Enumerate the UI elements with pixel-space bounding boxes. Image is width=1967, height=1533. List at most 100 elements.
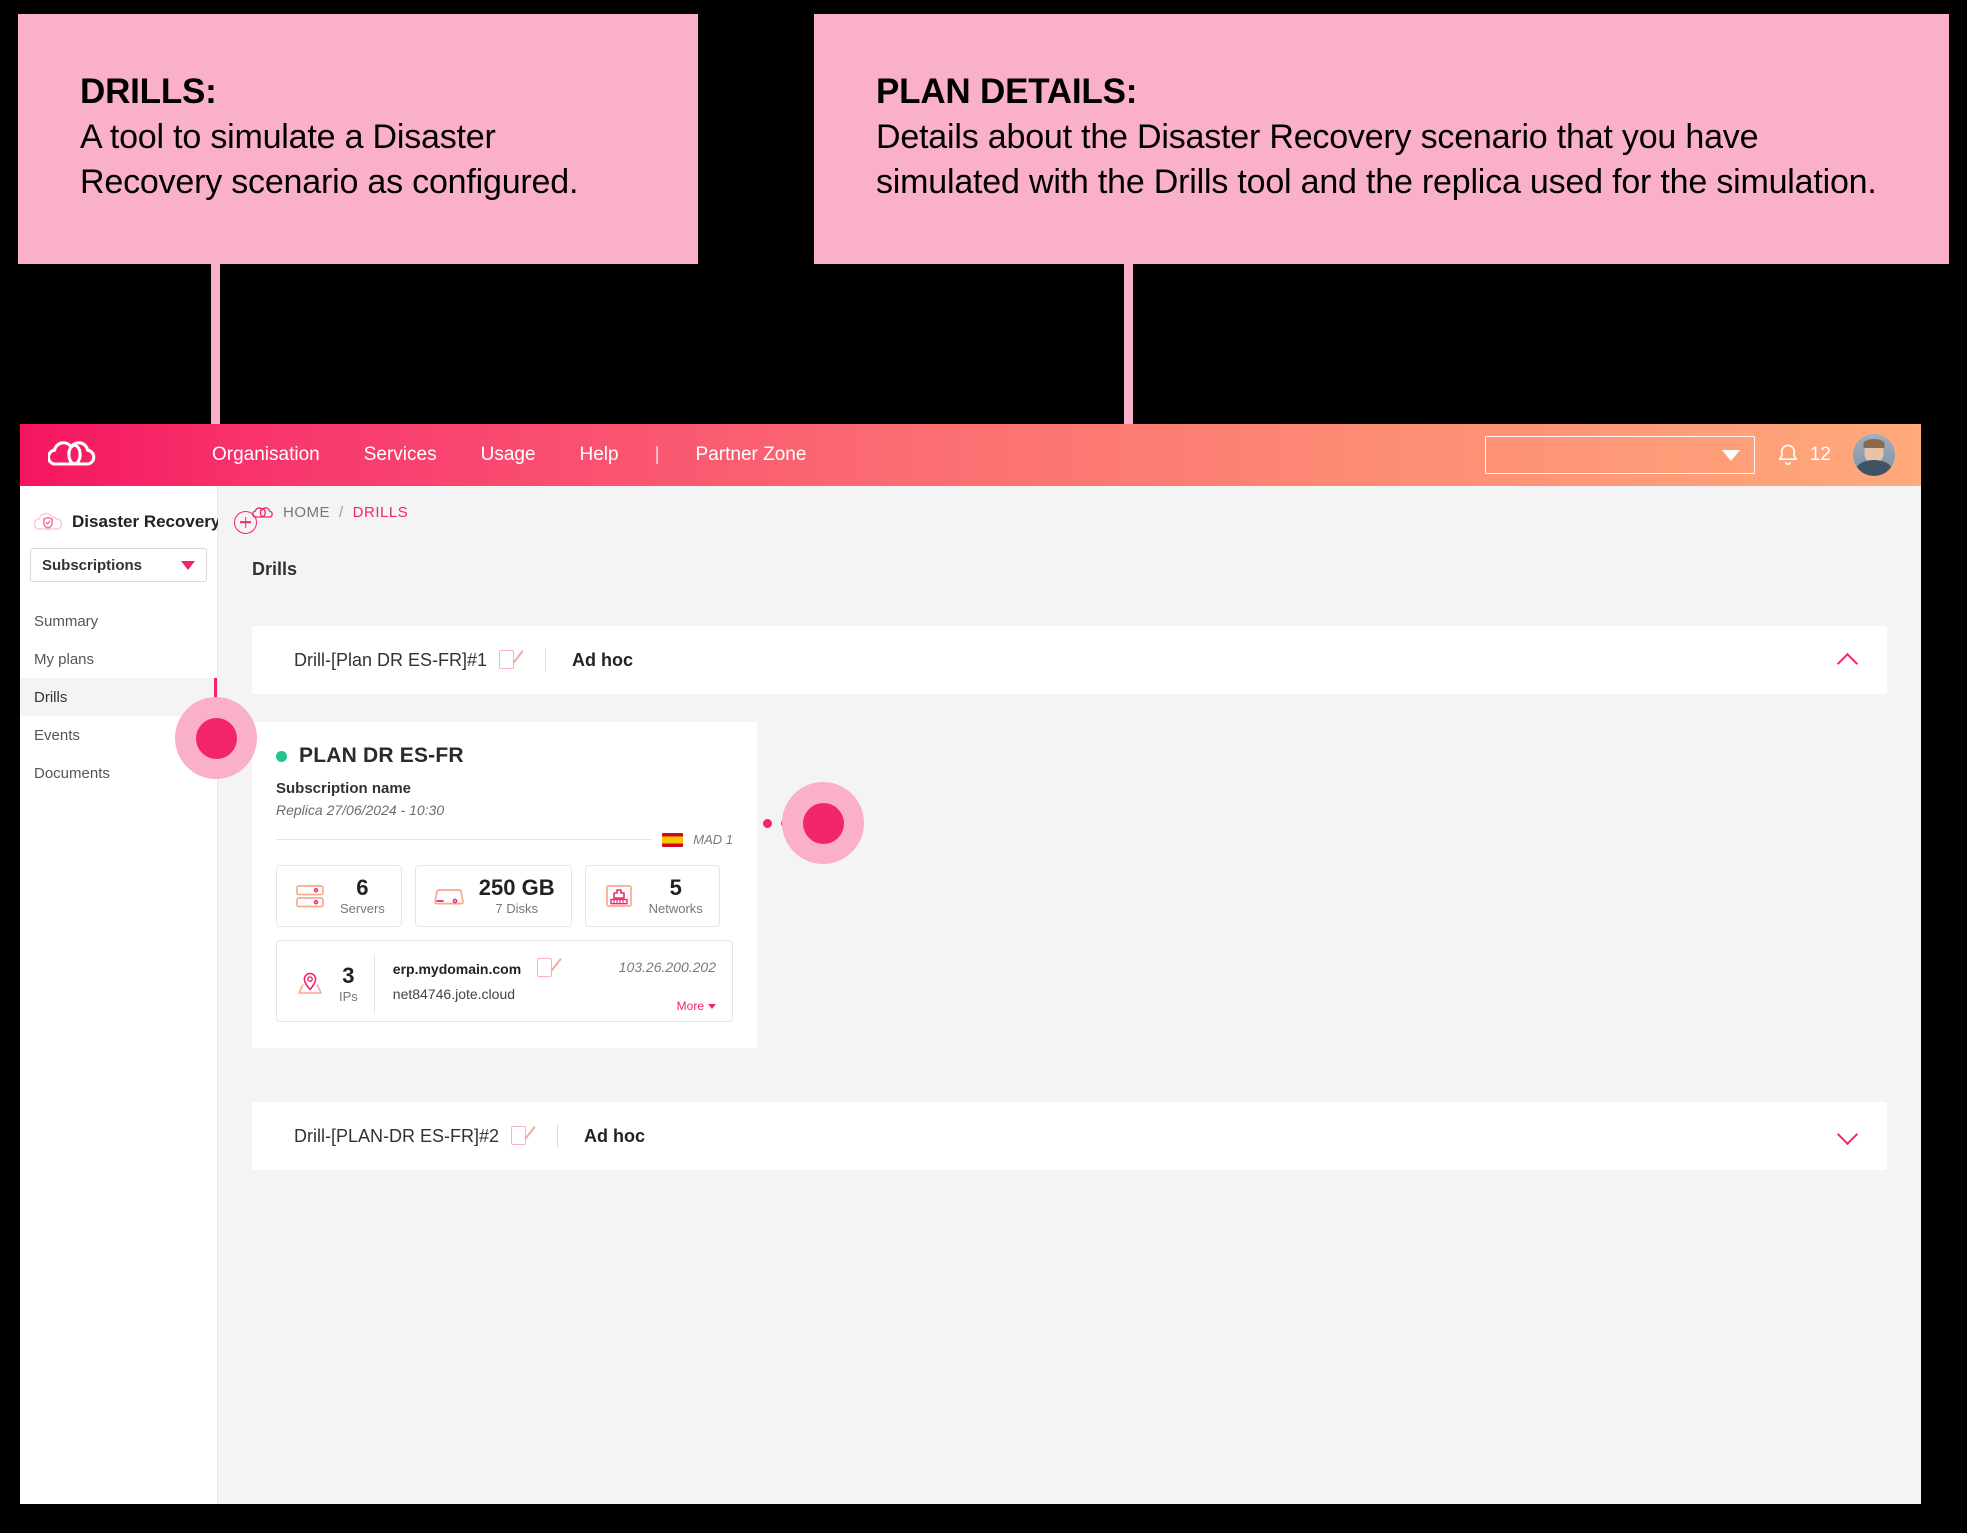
edit-icon[interactable] xyxy=(537,957,562,979)
top-navigation-bar: Organisation Services Usage Help | Partn… xyxy=(20,424,1921,486)
top-bar-right-group: 12 xyxy=(1484,434,1921,476)
subscriptions-selector-value: Subscriptions xyxy=(42,556,143,574)
sidebar-header: Disaster Recovery xyxy=(20,500,258,534)
nav-divider: | xyxy=(654,444,660,465)
divider xyxy=(557,1124,559,1148)
stat-servers: 6 Servers xyxy=(276,865,402,927)
subscription-name: Subscription name xyxy=(276,780,412,797)
trail-dot xyxy=(763,819,772,828)
cloud-shield-icon xyxy=(34,512,62,530)
callout-marker-plan-details xyxy=(782,782,864,864)
stat-label: 7 Disks xyxy=(495,901,539,917)
breadcrumb-current[interactable]: DRILLS xyxy=(353,504,409,521)
plan-divider-row: MAD 1 xyxy=(276,832,733,847)
sidebar: Disaster Recovery Subscriptions Summary … xyxy=(20,486,258,1504)
status-badge xyxy=(276,750,287,762)
callout-drills: DRILLS: A tool to simulate a Disaster Re… xyxy=(18,14,698,264)
drill-row-2[interactable]: Drill-[PLAN-DR ES-FR]#2 Ad hoc xyxy=(252,1102,1887,1170)
domain-row: erp.mydomain.com xyxy=(392,957,562,979)
callout-drills-title: DRILLS: xyxy=(80,72,217,111)
nav-link-partner-zone[interactable]: Partner Zone xyxy=(674,444,829,466)
stat-networks: 5 Networks xyxy=(584,865,720,927)
sidebar-item-label: My plans xyxy=(34,650,95,668)
replica-timestamp: Replica 27/06/2024 - 10:30 xyxy=(276,802,445,818)
sidebar-item-summary[interactable]: Summary xyxy=(20,602,217,640)
edit-icon[interactable] xyxy=(511,1125,536,1147)
notifications[interactable]: 12 xyxy=(1777,443,1831,467)
account-selector[interactable] xyxy=(1484,436,1755,474)
divider xyxy=(276,839,653,840)
hostname: net84746.jote.cloud xyxy=(392,986,516,1002)
zone-label: MAD 1 xyxy=(693,832,733,847)
breadcrumb: HOME / DRILLS xyxy=(218,486,1921,521)
divider xyxy=(545,648,547,672)
marker-core xyxy=(802,802,844,844)
chevron-down-icon xyxy=(181,560,195,570)
app-window: Organisation Services Usage Help | Partn… xyxy=(20,424,1921,1504)
more-label: More xyxy=(676,999,704,1013)
stat-disks: 250 GB 7 Disks xyxy=(414,865,572,927)
cloud-logo-icon xyxy=(48,441,96,466)
page-title: Drills xyxy=(252,559,298,579)
drill-row-1[interactable]: Drill-[Plan DR ES-FR]#1 Ad hoc xyxy=(252,626,1887,694)
stat-label: Servers xyxy=(340,901,385,917)
subscriptions-selector[interactable]: Subscriptions xyxy=(30,548,207,582)
drill-name: Drill-[Plan DR ES-FR]#1 xyxy=(294,649,488,670)
chevron-down-icon xyxy=(708,1003,716,1009)
sidebar-item-label: Documents xyxy=(34,764,110,782)
callout-plan-details: PLAN DETAILS: Details about the Disaster… xyxy=(814,14,1949,264)
nav-link-organisation[interactable]: Organisation xyxy=(190,444,342,466)
ip-domain-group: erp.mydomain.com net84746.jote.cloud xyxy=(375,953,562,1015)
sidebar-item-my-plans[interactable]: My plans xyxy=(20,640,217,678)
sidebar-service-title: Disaster Recovery xyxy=(72,512,221,531)
callout-drills-body: A tool to simulate a Disaster Recovery s… xyxy=(80,118,579,202)
brand-logo[interactable] xyxy=(20,440,190,470)
network-icon xyxy=(605,885,632,907)
plan-title: PLAN DR ES-FR xyxy=(299,744,464,767)
map-pin-icon xyxy=(298,972,322,994)
chevron-down-icon xyxy=(1721,449,1740,461)
drill-name: Drill-[PLAN-DR ES-FR]#2 xyxy=(294,1125,500,1146)
stat-label: Networks xyxy=(648,901,703,917)
drill-mode: Ad hoc xyxy=(584,1125,646,1146)
ip-details-box: 3 IPs erp.mydomain.com net84746.jote.clo… xyxy=(276,940,733,1022)
ip-address-group: 103.26.200.202 More xyxy=(619,953,716,1015)
ip-count: 3 xyxy=(342,962,355,988)
main-content: HOME / DRILLS Drills Drill-[Plan DR ES-F… xyxy=(218,486,1921,1504)
breadcrumb-separator: / xyxy=(339,504,344,521)
edit-icon[interactable] xyxy=(499,649,524,671)
add-icon[interactable] xyxy=(234,510,258,534)
nav-link-help[interactable]: Help xyxy=(558,444,641,466)
sidebar-item-label: Events xyxy=(34,726,80,744)
callout-marker-drills xyxy=(175,697,257,779)
plan-header: PLAN DR ES-FR xyxy=(276,744,733,768)
avatar[interactable] xyxy=(1853,434,1895,476)
drill-mode: Ad hoc xyxy=(572,649,634,670)
disk-icon xyxy=(433,889,464,905)
bell-icon xyxy=(1778,444,1797,465)
plan-details-panel: PLAN DR ES-FR Subscription name Replica … xyxy=(252,694,1887,1048)
server-icon xyxy=(296,885,324,908)
domain-name: erp.mydomain.com xyxy=(392,961,522,977)
chevron-down-icon[interactable] xyxy=(1837,1129,1859,1143)
callout-plan-details-title: PLAN DETAILS: xyxy=(876,72,1138,111)
sidebar-item-label: Summary xyxy=(34,612,99,630)
ip-address: 103.26.200.202 xyxy=(618,959,716,975)
nav-link-usage[interactable]: Usage xyxy=(459,444,558,466)
plan-stats: 6 Servers 250 GB 7 Disks 5 Networks xyxy=(276,865,733,927)
screenshot-stage: DRILLS: A tool to simulate a Disaster Re… xyxy=(0,0,1967,1533)
chevron-up-icon[interactable] xyxy=(1837,653,1859,667)
primary-nav: Organisation Services Usage Help | Partn… xyxy=(190,444,828,466)
ip-count-label: IPs xyxy=(339,989,358,1005)
stat-value: 5 xyxy=(669,874,682,900)
more-link[interactable]: More xyxy=(677,999,716,1013)
stat-value: 250 GB xyxy=(478,874,555,900)
notifications-count: 12 xyxy=(1809,444,1831,465)
plan-card: PLAN DR ES-FR Subscription name Replica … xyxy=(252,722,757,1048)
stat-value: 6 xyxy=(356,874,369,900)
sidebar-item-label: Drills xyxy=(34,688,68,706)
spain-flag-icon xyxy=(662,832,684,847)
nav-link-services[interactable]: Services xyxy=(342,444,459,466)
breadcrumb-home[interactable]: HOME xyxy=(283,504,330,521)
callout-plan-details-body: Details about the Disaster Recovery scen… xyxy=(876,118,1877,202)
